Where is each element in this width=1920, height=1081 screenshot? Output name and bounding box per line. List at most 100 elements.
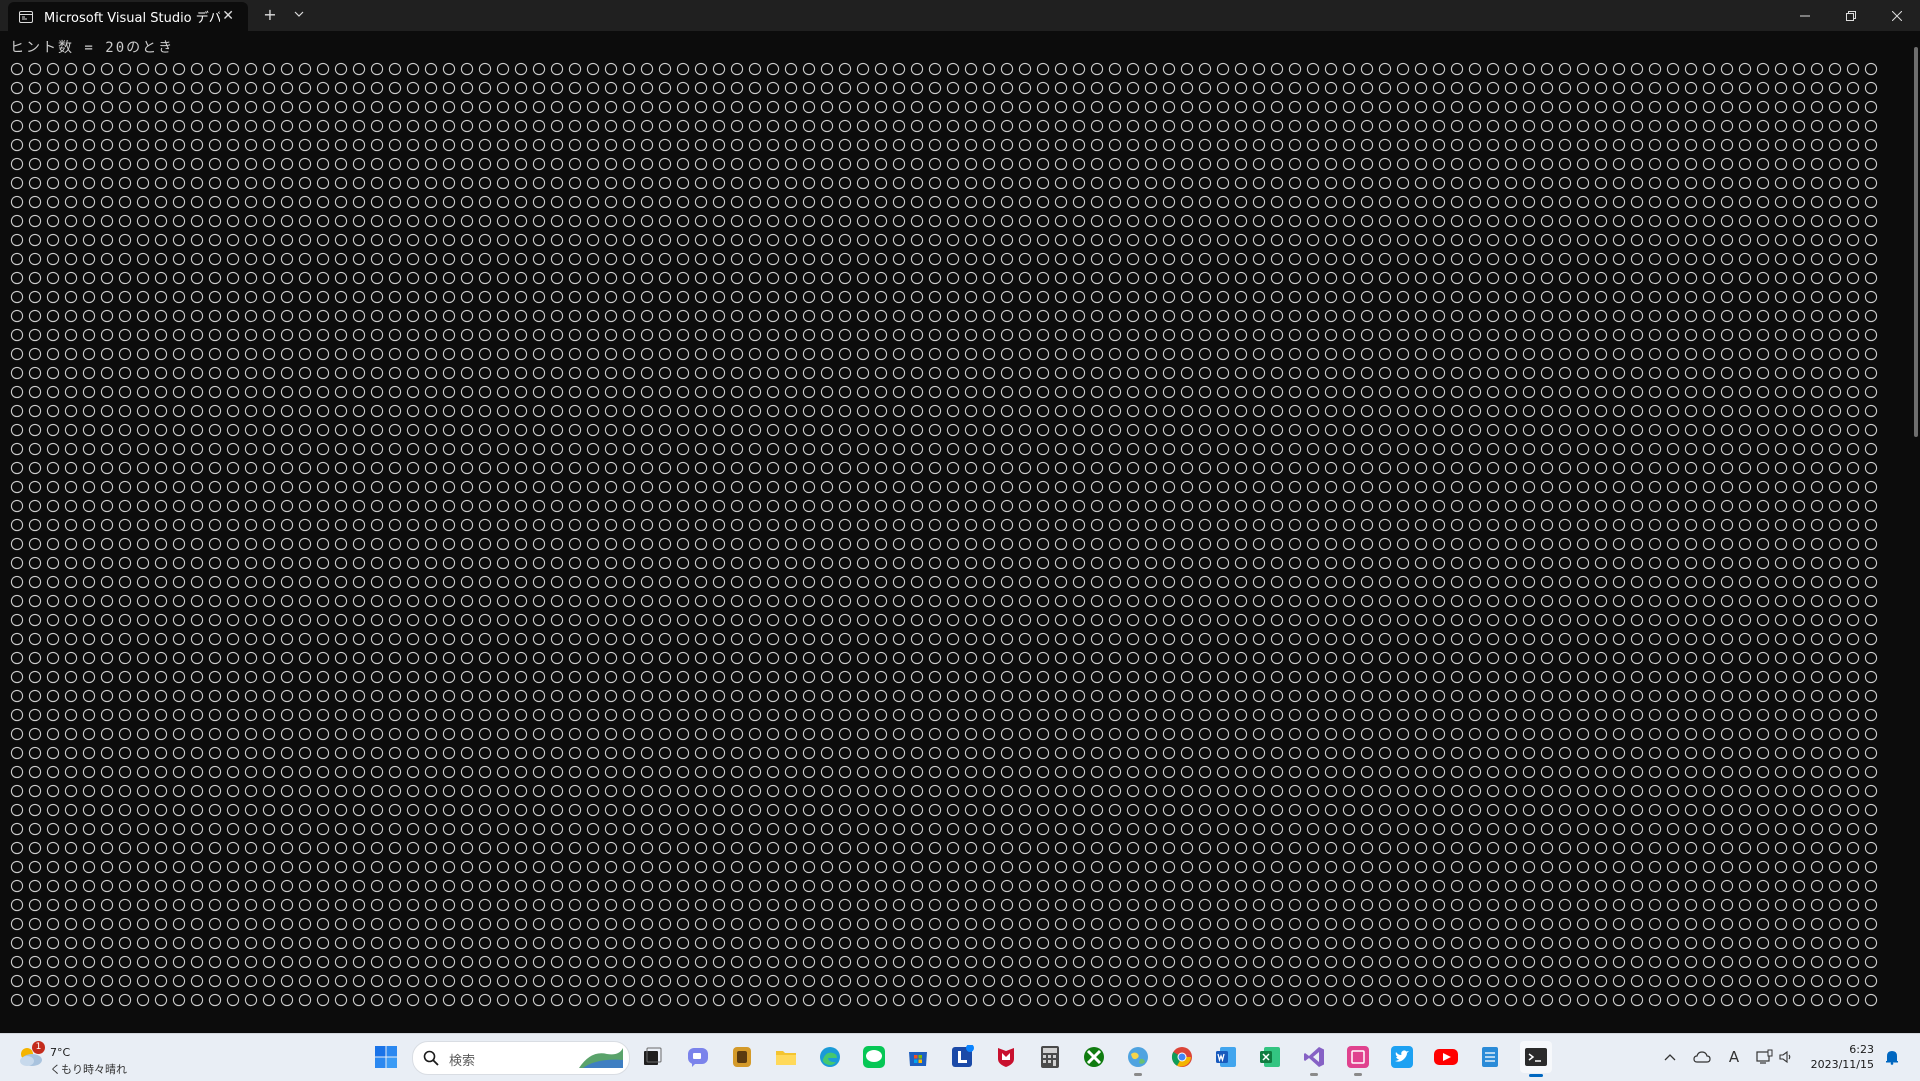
console-circle-glyph [1198,62,1212,76]
console-circle-glyph [28,252,42,266]
console-circle-glyph [1540,252,1554,266]
console-circle-glyph [1342,328,1356,342]
console-circle-glyph [748,423,762,437]
console-circle-glyph [496,556,510,570]
console-circle-glyph [586,860,600,874]
console-circle-glyph [910,955,924,969]
console-circle-glyph [1540,518,1554,532]
console-circle-glyph [550,442,564,456]
console-circle-glyph [496,727,510,741]
console-circle-glyph [856,689,870,703]
console-circle-glyph [550,347,564,361]
console-circle-glyph [1576,138,1590,152]
close-tab-icon[interactable]: ✕ [222,8,234,24]
restore-button[interactable] [1828,0,1874,31]
console-circle-glyph [1846,822,1860,836]
console-circle-glyph [496,290,510,304]
console-circle-glyph [424,727,438,741]
console-circle-glyph [1684,195,1698,209]
console-circle-glyph [406,233,420,247]
console-circle-glyph [1054,898,1068,912]
console-circle-glyph [1000,860,1014,874]
console-circle-glyph [316,138,330,152]
console-circle-glyph [550,81,564,95]
console-circle-glyph [640,62,654,76]
console-circle-glyph [838,480,852,494]
console-circle-glyph [1450,898,1464,912]
console-circle-glyph [1198,613,1212,627]
console-circle-glyph [1702,518,1716,532]
console-circle-glyph [532,423,546,437]
console-circle-glyph [1072,138,1086,152]
console-circle-glyph [550,309,564,323]
console-circle-glyph [1072,271,1086,285]
console-circle-glyph [856,917,870,931]
console-circle-glyph [46,727,60,741]
console-circle-glyph [424,689,438,703]
console-circle-glyph [784,176,798,190]
console-circle-glyph [1432,233,1446,247]
console-circle-glyph [136,271,150,285]
console-circle-glyph [46,765,60,779]
console-circle-glyph [154,898,168,912]
console-circle-glyph [874,499,888,513]
console-circle-glyph [1270,138,1284,152]
console-circle-glyph [1702,62,1716,76]
console-circle-glyph [586,651,600,665]
console-circle-glyph [1630,423,1644,437]
console-circle-glyph [298,803,312,817]
console-circle-glyph [568,860,582,874]
console-circle-glyph [1522,499,1536,513]
console-circle-glyph [1360,727,1374,741]
console-circle-glyph [586,670,600,684]
console-circle-glyph [1036,746,1050,760]
console-circle-glyph [1414,461,1428,475]
terminal-tab[interactable]: Microsoft Visual Studio デバッグ ✕ [8,2,248,31]
console-circle-glyph [1000,62,1014,76]
console-circle-glyph [280,81,294,95]
console-circle-glyph [1810,936,1824,950]
console-circle-glyph [1828,271,1842,285]
console-circle-glyph [1702,556,1716,570]
console-circle-glyph [1126,176,1140,190]
console-circle-glyph [1306,157,1320,171]
console-circle-glyph [1540,423,1554,437]
console-circle-glyph [442,575,456,589]
console-circle-glyph [1180,822,1194,836]
console-circle-glyph [1666,62,1680,76]
console-circle-glyph [892,841,906,855]
console-circle-glyph [1396,556,1410,570]
console-circle-glyph [442,746,456,760]
minimize-button[interactable] [1782,0,1828,31]
console-circle-glyph [208,613,222,627]
tab-dropdown-button[interactable] [287,4,311,26]
console-circle-glyph [1630,898,1644,912]
console-circle-glyph [1702,765,1716,779]
console-circle-glyph [1072,651,1086,665]
console-circle-glyph [1846,195,1860,209]
console-circle-glyph [28,556,42,570]
console-circle-glyph [1612,499,1626,513]
console-circle-glyph [10,328,24,342]
console-circle-glyph [1648,385,1662,399]
console-circle-glyph [1324,727,1338,741]
console-circle-glyph [298,955,312,969]
console-circle-glyph [10,670,24,684]
console-output[interactable]: ヒント数 = 20のとき [0,31,1920,1033]
console-circle-glyph [442,784,456,798]
console-circle-glyph [172,632,186,646]
close-window-button[interactable] [1874,0,1920,31]
console-circle-glyph [1018,385,1032,399]
console-circle-glyph [820,575,834,589]
console-circle-glyph [1450,537,1464,551]
console-circle-glyph [478,594,492,608]
console-circle-glyph [1144,214,1158,228]
console-circle-glyph [190,423,204,437]
console-circle-glyph [370,651,384,665]
console-circle-glyph [748,632,762,646]
console-circle-glyph [1360,423,1374,437]
console-circle-glyph [1612,480,1626,494]
new-tab-button[interactable]: + [258,4,282,26]
console-circle-glyph [1090,138,1104,152]
console-circle-glyph [802,138,816,152]
